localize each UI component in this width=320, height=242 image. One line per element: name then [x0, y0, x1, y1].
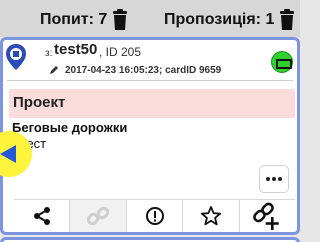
link-button[interactable] [70, 200, 127, 232]
card-id: , ID 205 [99, 45, 142, 59]
next-card[interactable] [0, 237, 300, 242]
location-pin-icon [6, 44, 26, 70]
category-banner: Проект [9, 89, 295, 118]
divider [7, 80, 293, 81]
demand-counter: Попит: 7 [40, 5, 130, 35]
from-label: з: [45, 48, 53, 59]
arrow-left-icon[interactable] [0, 145, 16, 163]
top-bar: Попит: 7 Пропозиція: 1 [0, 0, 300, 37]
add-link-button[interactable] [240, 200, 295, 232]
action-bar [14, 199, 295, 232]
alert-icon [145, 207, 164, 225]
trash-icon[interactable] [110, 9, 130, 31]
offer-label: Пропозиція: 1 [164, 11, 275, 28]
status-indicator[interactable] [271, 51, 293, 73]
deal-card[interactable]: з: test50 , ID 205 2017-04-23 16:05:23; … [0, 37, 300, 235]
demand-label: Попит: 7 [40, 11, 108, 28]
link-icon [86, 206, 110, 226]
trash-icon[interactable] [277, 9, 297, 31]
report-button[interactable] [127, 200, 184, 232]
pen-icon [50, 66, 58, 74]
share-button[interactable] [14, 200, 71, 232]
subject-text: Беговые дорожки [12, 120, 128, 135]
favorite-button[interactable] [183, 200, 240, 232]
add-link-icon [253, 202, 280, 230]
offer-counter: Пропозиція: 1 [164, 5, 297, 35]
star-icon [200, 206, 222, 226]
card-title: test50 [54, 41, 98, 58]
more-dots-icon [265, 177, 270, 181]
more-button[interactable] [259, 165, 289, 193]
share-icon [33, 207, 50, 225]
card-meta: 2017-04-23 16:05:23; cardID 9659 [65, 65, 222, 76]
